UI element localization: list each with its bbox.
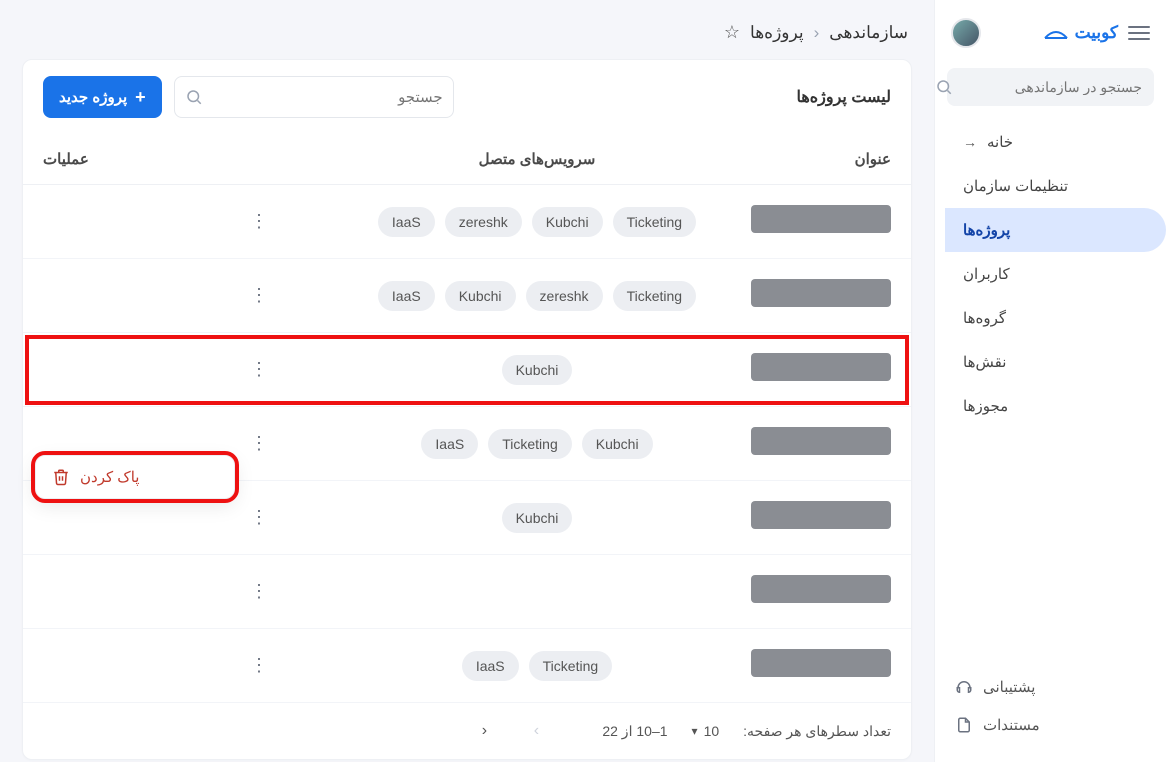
nav-home[interactable]: خانه → (945, 120, 1166, 164)
col-title: عنوان (801, 150, 891, 168)
nav-groups[interactable]: گروه‌ها (945, 296, 1166, 340)
next-page-button[interactable]: ‹ (470, 717, 498, 745)
panel-title: لیست پروژه‌ها (466, 87, 891, 107)
service-chip: Kubchi (582, 429, 653, 459)
trash-icon (52, 468, 70, 486)
service-chip: IaaS (421, 429, 478, 459)
service-chip: Kubchi (532, 207, 603, 237)
search-icon (935, 78, 953, 96)
projects-panel: لیست پروژه‌ها + پروژه جدید عنوان سرویس‌ه… (22, 59, 912, 760)
document-icon (953, 716, 973, 734)
service-chip: Kubchi (502, 503, 573, 533)
search-icon (185, 88, 203, 106)
pagination: تعداد سطرهای هر صفحه: 10 ▾ 1–10 از 22 › … (23, 703, 911, 759)
service-chip: Kubchi (502, 355, 573, 385)
table-row[interactable]: ⋮ (23, 555, 911, 629)
chevron-left-icon: ‹ (814, 23, 820, 43)
arrow-left-icon: → (963, 134, 977, 150)
chevron-down-icon: ▾ (692, 724, 698, 738)
service-chip: IaaS (462, 651, 519, 681)
row-actions-button[interactable]: ⋮ (245, 504, 273, 532)
nav-roles[interactable]: نقش‌ها (945, 340, 1166, 384)
table-row[interactable]: Kubchi ⋮ (23, 333, 911, 407)
service-chip: zereshk (445, 207, 522, 237)
new-project-button[interactable]: + پروژه جدید (43, 76, 162, 118)
nav-permissions[interactable]: مجوزها (945, 384, 1166, 428)
support-link[interactable]: پشتیبانی (935, 668, 1166, 706)
row-actions-button[interactable]: ⋮ (245, 356, 273, 384)
service-chip: Kubchi (445, 281, 516, 311)
nav-users[interactable]: کاربران (945, 252, 1166, 296)
search-input[interactable] (203, 89, 443, 106)
nav-projects[interactable]: پروژه‌ها (945, 208, 1166, 252)
col-services: سرویس‌های متصل (273, 150, 801, 168)
service-chip: IaaS (378, 281, 435, 311)
service-chip: Ticketing (613, 207, 697, 237)
breadcrumb-org[interactable]: سازماندهی (829, 23, 908, 43)
rows-per-page-select[interactable]: 10 ▾ (692, 723, 720, 739)
service-chip: Ticketing (529, 651, 613, 681)
breadcrumb: سازماندهی ‹ پروژه‌ها ☆ (0, 0, 934, 43)
row-actions-button[interactable]: ⋮ (245, 282, 273, 310)
project-title-redacted (751, 575, 891, 603)
row-context-menu: پاک کردن (35, 455, 235, 499)
page-range: 1–10 از 22 (602, 723, 667, 740)
table-row[interactable]: IaaS Ticketing ⋮ (23, 629, 911, 703)
service-chip: IaaS (378, 207, 435, 237)
star-icon[interactable]: ☆ (724, 22, 740, 43)
col-ops: عملیات (43, 150, 273, 168)
table-row[interactable]: IaaS Kubchi zereshk Ticketing ⋮ (23, 259, 911, 333)
menu-icon[interactable] (1128, 26, 1150, 40)
sidebar-search[interactable] (947, 68, 1154, 106)
rows-per-page-label: تعداد سطرهای هر صفحه: (743, 723, 891, 740)
row-actions-button[interactable]: ⋮ (245, 652, 273, 680)
service-chip: Ticketing (488, 429, 572, 459)
projects-table: عنوان سرویس‌های متصل عملیات IaaS zereshk K… (23, 134, 911, 703)
delete-action[interactable]: پاک کردن (36, 456, 234, 498)
prev-page-button[interactable]: › (522, 717, 550, 745)
nav-org-settings[interactable]: تنظیمات سازمان (945, 164, 1166, 208)
row-actions-button[interactable]: ⋮ (245, 208, 273, 236)
headset-icon (953, 678, 973, 696)
service-chip: Ticketing (613, 281, 697, 311)
brand-logo-icon (1043, 24, 1069, 42)
plus-icon: + (135, 87, 146, 108)
row-actions-button[interactable]: ⋮ (245, 430, 273, 458)
brand[interactable]: کوبیت (991, 23, 1118, 43)
breadcrumb-page: پروژه‌ها (750, 23, 804, 43)
sidebar: کوبیت خانه → تنظیمات سازمان پروژه‌ها کار… (934, 0, 1166, 762)
table-row[interactable]: IaaS zereshk Kubchi Ticketing ⋮ (23, 185, 911, 259)
sidebar-search-input[interactable] (961, 79, 1142, 95)
docs-link[interactable]: مستندات (935, 706, 1166, 744)
avatar[interactable] (951, 18, 981, 48)
search-input-wrap[interactable] (174, 76, 454, 118)
row-actions-button[interactable]: ⋮ (245, 578, 273, 606)
service-chip: zereshk (526, 281, 603, 311)
